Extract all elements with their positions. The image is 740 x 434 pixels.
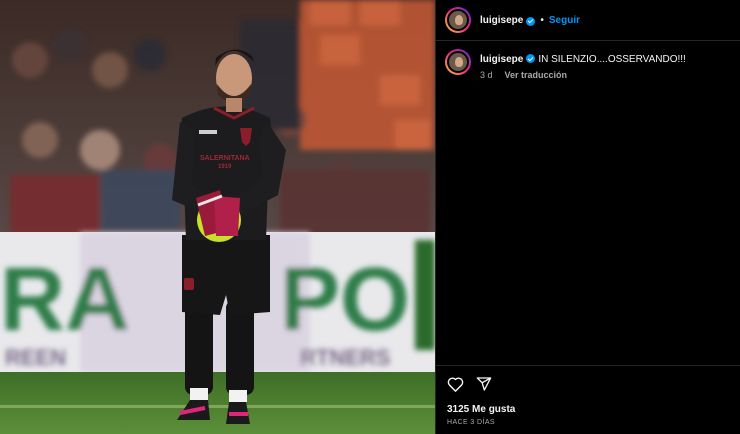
share-icon[interactable]: [476, 376, 492, 397]
post-time-ago[interactable]: 3 d: [480, 70, 493, 80]
heart-icon[interactable]: [447, 376, 464, 397]
post-date: HACE 3 DÍAS: [447, 419, 495, 426]
username-link[interactable]: luigisepe: [480, 15, 523, 26]
svg-text:PO: PO: [280, 250, 410, 350]
post-side-panel: luigisepe • Seguir luigisepe IN SILENZIO.…: [435, 0, 740, 434]
action-bar: 3125 Me gusta HACE 3 DÍAS: [436, 365, 740, 434]
action-icons: [447, 376, 492, 397]
caption-text: IN SILENZIO....OSSERVANDO!!!: [538, 54, 686, 65]
caption-avatar[interactable]: [445, 49, 471, 75]
caption-body: luigisepe IN SILENZIO....OSSERVANDO!!! 3 …: [480, 49, 686, 80]
caption-meta: 3 d Ver traducción: [480, 70, 686, 80]
svg-text:1919: 1919: [218, 164, 232, 170]
svg-text:RA: RA: [0, 250, 130, 350]
avatar-image: [447, 51, 469, 73]
post-photo[interactable]: RA PO REEN RTNERS SALERNITANA 1919: [0, 0, 435, 434]
instagram-post-view: RA PO REEN RTNERS SALERNITANA 1919 luigi…: [0, 0, 740, 434]
follow-button[interactable]: Seguir: [549, 15, 580, 26]
see-translation-link[interactable]: Ver traducción: [505, 70, 568, 80]
caption: luigisepe IN SILENZIO....OSSERVANDO!!! 3 …: [445, 49, 735, 80]
svg-text:REEN: REEN: [5, 345, 66, 370]
caption-username[interactable]: luigisepe: [480, 54, 523, 65]
goalkeeper-photo: RA PO REEN RTNERS SALERNITANA 1919: [0, 0, 435, 434]
avatar[interactable]: [445, 7, 471, 33]
verified-badge-icon: [526, 16, 536, 26]
verified-badge-icon: [526, 54, 536, 63]
svg-text:RTNERS: RTNERS: [300, 345, 390, 370]
likes-count[interactable]: 3125 Me gusta: [447, 404, 515, 415]
separator-dot: •: [540, 14, 544, 26]
caption-line: luigisepe IN SILENZIO....OSSERVANDO!!!: [480, 53, 686, 66]
post-header: luigisepe • Seguir: [436, 0, 740, 41]
avatar-image: [447, 9, 469, 31]
svg-text:SALERNITANA: SALERNITANA: [200, 155, 250, 162]
